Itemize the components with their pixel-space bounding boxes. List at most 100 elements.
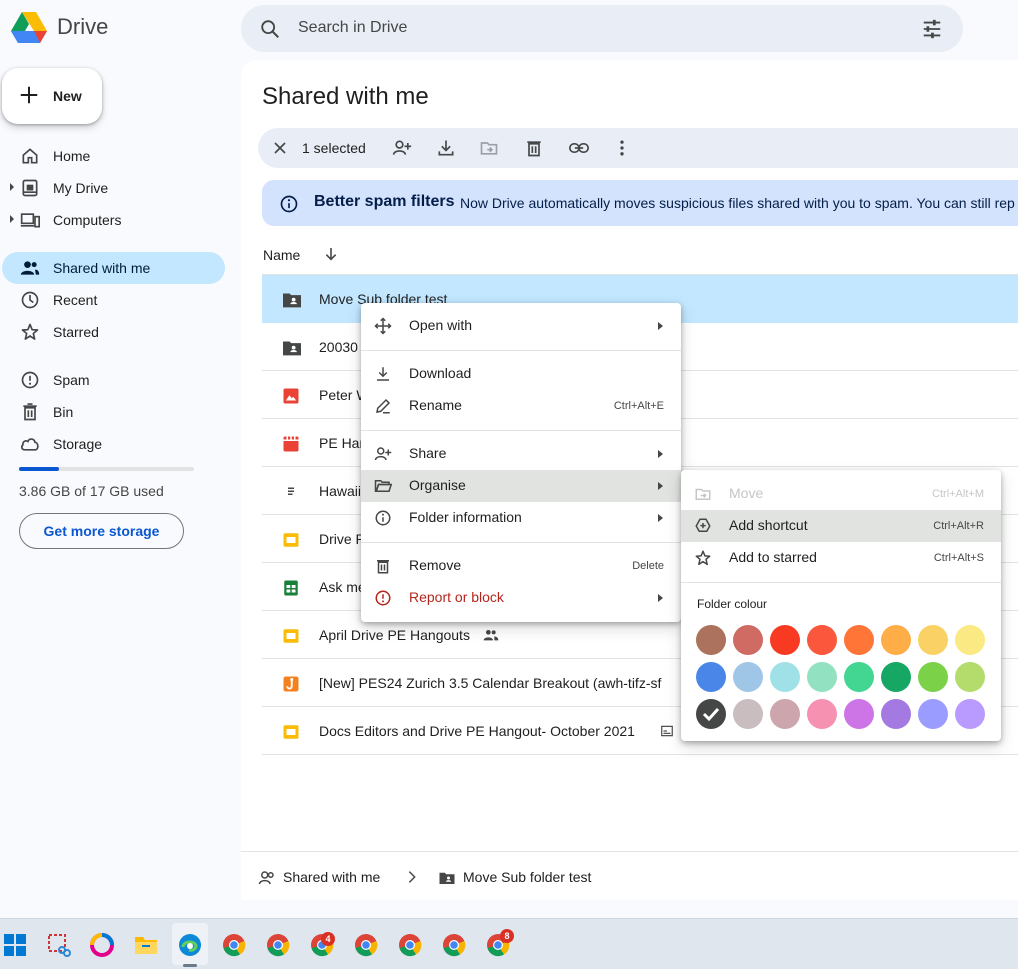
menu-item-label: Folder information [409, 509, 522, 525]
sidebar-item-recent[interactable]: Recent [2, 284, 225, 316]
folder-colour-swatch[interactable] [955, 699, 985, 729]
folder-colour-swatch[interactable] [844, 625, 874, 655]
edge-browser-icon[interactable] [177, 932, 203, 958]
selection-count: 1 selected [302, 140, 366, 156]
folder-colour-swatch[interactable] [844, 699, 874, 729]
sidebar-item-home[interactable]: Home [2, 140, 225, 172]
chrome-icon[interactable] [353, 932, 379, 958]
name-column-header[interactable]: Name [263, 247, 300, 263]
folder-colour-swatch[interactable] [881, 662, 911, 692]
menu-item-open-with[interactable]: Open with [361, 310, 681, 342]
file-name: Docs Editors and Drive PE Hangout- Octob… [319, 723, 635, 739]
folder-colour-swatch[interactable] [881, 699, 911, 729]
menu-item-download[interactable]: Download [361, 358, 681, 390]
divider [361, 430, 681, 431]
snipping-tool-icon[interactable] [46, 932, 72, 958]
search-box[interactable]: Search in Drive [241, 5, 963, 52]
chrome-icon[interactable] [397, 932, 423, 958]
menu-item-remove[interactable]: Remove Delete [361, 550, 681, 582]
folder-colour-swatch[interactable] [696, 699, 726, 729]
windows-start-icon[interactable] [2, 932, 28, 958]
folder-colour-swatch[interactable] [733, 699, 763, 729]
download-icon[interactable] [436, 138, 456, 158]
sidebar-item-label: Storage [53, 436, 103, 452]
get-more-storage-button[interactable]: Get more storage [19, 513, 184, 549]
clear-selection-icon[interactable] [270, 138, 290, 158]
selection-toolbar: 1 selected [258, 128, 1018, 168]
folder-colour-swatch[interactable] [807, 625, 837, 655]
folder-colour-swatch[interactable] [770, 625, 800, 655]
search-input[interactable]: Search in Drive [298, 19, 407, 37]
cloud-icon [20, 434, 40, 454]
clock-icon [20, 290, 40, 310]
menu-item-add-shortcut[interactable]: Add shortcut Ctrl+Alt+R [681, 510, 1001, 542]
menu-item-report-or-block[interactable]: Report or block [361, 582, 681, 614]
menu-item-add-to-starred[interactable]: Add to starred Ctrl+Alt+S [681, 542, 1001, 574]
search-icon[interactable] [259, 18, 281, 40]
menu-item-share[interactable]: Share [361, 438, 681, 470]
share-person-icon[interactable] [392, 138, 412, 158]
shared-icon [258, 869, 276, 887]
submenu-arrow-icon [658, 482, 663, 490]
sidebar-item-computers[interactable]: Computers [2, 204, 225, 236]
more-options-icon[interactable] [612, 138, 632, 158]
sidebar-item-spam[interactable]: Spam [2, 364, 225, 396]
menu-item-shortcut: Ctrl+Alt+R [933, 520, 984, 532]
home-icon [20, 146, 40, 166]
plus-icon [18, 84, 40, 106]
menu-item-label: Remove [409, 557, 462, 573]
folder-colour-swatch[interactable] [918, 699, 948, 729]
page-title: Shared with me [262, 83, 429, 110]
folder-colour-swatch[interactable] [918, 662, 948, 692]
sort-arrow-icon[interactable] [323, 246, 339, 262]
folder-colour-swatch[interactable] [918, 625, 948, 655]
file-name: 20030 [319, 339, 358, 355]
share-person-icon [374, 445, 392, 463]
expand-caret-icon[interactable] [10, 215, 14, 223]
folder-colour-swatch[interactable] [881, 625, 911, 655]
folder-colour-swatch[interactable] [807, 662, 837, 692]
menu-item-rename[interactable]: Rename Ctrl+Alt+E [361, 390, 681, 422]
menu-item-folder-information[interactable]: Folder information [361, 502, 681, 534]
folder-colour-swatch[interactable] [733, 662, 763, 692]
breadcrumb: Shared with me Move Sub folder test [241, 851, 1018, 900]
folder-colour-swatch[interactable] [696, 625, 726, 655]
sidebar-item-storage[interactable]: Storage [2, 428, 225, 460]
chrome-icon[interactable] [221, 932, 247, 958]
move-folder-icon[interactable] [479, 138, 499, 158]
menu-item-organise[interactable]: Organise [361, 470, 681, 502]
file-explorer-icon[interactable] [133, 932, 159, 958]
report-icon [374, 589, 392, 607]
jamboard-icon [282, 675, 300, 693]
storage-usage-text: 3.86 GB of 17 GB used [19, 483, 164, 499]
chrome-icon[interactable] [265, 932, 291, 958]
folder-colour-swatch[interactable] [955, 662, 985, 692]
new-button[interactable]: New [2, 68, 102, 124]
folder-colour-swatch[interactable] [770, 662, 800, 692]
sidebar-item-my-drive[interactable]: My Drive [2, 172, 225, 204]
sidebar-item-bin[interactable]: Bin [2, 396, 225, 428]
sidebar-item-shared-with-me[interactable]: Shared with me [2, 252, 225, 284]
trash-icon[interactable] [524, 138, 544, 158]
menu-item-move[interactable]: Move Ctrl+Alt+M [681, 478, 1001, 510]
photos-icon[interactable] [89, 932, 115, 958]
folder-colour-swatch[interactable] [844, 662, 874, 692]
sidebar-item-starred[interactable]: Starred [2, 316, 225, 348]
move-folder-icon [694, 485, 712, 503]
search-options-icon[interactable] [921, 18, 943, 40]
menu-item-shortcut: Ctrl+Alt+E [613, 400, 664, 412]
submenu-arrow-icon [658, 594, 663, 602]
drive-logo[interactable] [10, 10, 48, 46]
folder-colour-swatch[interactable] [733, 625, 763, 655]
link-icon[interactable] [568, 138, 590, 158]
folder-colour-swatch[interactable] [807, 699, 837, 729]
chrome-icon[interactable] [441, 932, 467, 958]
menu-item-shortcut: Ctrl+Alt+M [932, 488, 984, 500]
folder-colour-swatch[interactable] [955, 625, 985, 655]
menu-item-label: Organise [409, 477, 466, 493]
folder-colour-swatch[interactable] [696, 662, 726, 692]
breadcrumb-current[interactable]: Move Sub folder test [463, 869, 591, 885]
breadcrumb-root[interactable]: Shared with me [283, 869, 380, 885]
folder-colour-swatch[interactable] [770, 699, 800, 729]
expand-caret-icon[interactable] [10, 183, 14, 191]
